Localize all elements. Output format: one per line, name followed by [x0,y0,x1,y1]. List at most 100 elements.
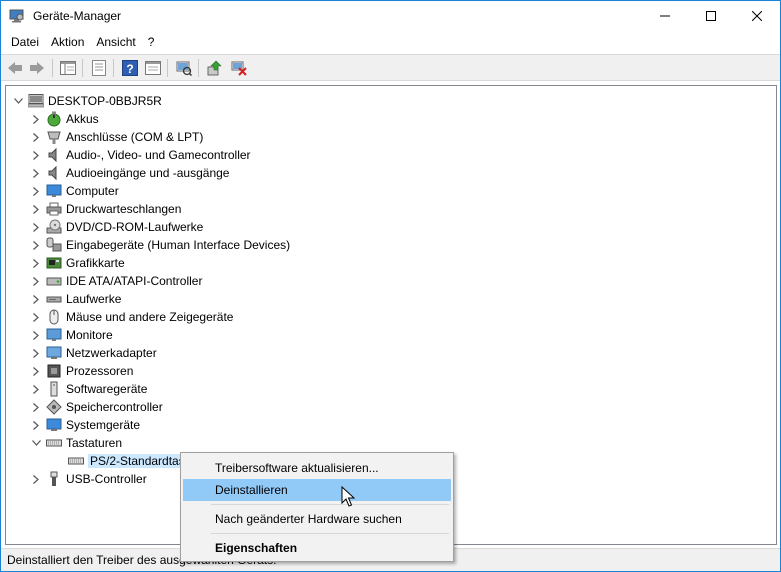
tree-item-akkus[interactable]: Akkus [30,110,99,128]
speaker-icon [46,165,62,181]
expand-arrow-icon[interactable] [30,239,42,251]
properties-icon [92,60,106,76]
toolbar-separator [52,59,53,77]
close-button[interactable] [734,1,780,31]
computer-icon [28,93,44,109]
mouse-icon [46,309,62,325]
menu-ansicht[interactable]: Ansicht [90,32,141,53]
help-button[interactable]: ? [121,59,139,77]
hid-icon [46,237,62,253]
collapse-arrow-icon[interactable] [30,437,42,449]
expand-arrow-icon[interactable] [30,383,42,395]
uninstall-device-button[interactable] [230,59,248,77]
properties-button[interactable] [90,59,108,77]
network-adapter-icon [46,345,62,361]
expand-arrow-icon[interactable] [30,365,42,377]
tree-item-label: Eingabegeräte (Human Interface Devices) [66,238,291,252]
battery-icon [46,111,62,127]
expand-arrow-icon[interactable] [30,131,42,143]
view-properties-button[interactable] [144,59,162,77]
tree-item-grafikkarte[interactable]: Grafikkarte [30,254,125,272]
expand-arrow-icon[interactable] [30,257,42,269]
expand-arrow-icon[interactable] [30,221,42,233]
update-driver-button[interactable] [206,59,224,77]
tree-item-ide[interactable]: IDE ATA/ATAPI-Controller [30,272,202,290]
tree-item-label: DVD/CD-ROM-Laufwerke [66,220,204,234]
tree-item-software[interactable]: Softwaregeräte [30,380,147,398]
tree-item-print-queues[interactable]: Druckwarteschlangen [30,200,181,218]
toolbar-separator [198,59,199,77]
tree-item-mice[interactable]: Mäuse und andere Zeigegeräte [30,308,233,326]
expand-arrow-icon[interactable] [30,419,42,431]
tree-item-dvd[interactable]: DVD/CD-ROM-Laufwerke [30,218,203,236]
expand-arrow-icon[interactable] [30,401,42,413]
tree-item-audio-video[interactable]: Audio-, Video- und Gamecontroller [30,146,251,164]
tree-root-label: DESKTOP-0BBJR5R [48,94,162,108]
menu-aktion[interactable]: Aktion [45,32,90,53]
scan-hardware-button[interactable] [175,59,193,77]
expand-arrow-icon[interactable] [30,473,42,485]
ctx-separator [211,504,449,505]
tree-item-tastaturen[interactable]: Tastaturen [30,434,122,452]
menu-bar: Datei Aktion Ansicht ? [1,32,780,53]
expand-arrow-icon[interactable] [30,347,42,359]
monitor-icon [46,327,62,343]
expand-arrow-icon[interactable] [30,167,42,179]
menu-help[interactable]: ? [142,32,161,53]
toolbar-separator [167,59,168,77]
tree-item-label: Tastaturen [66,436,123,450]
tree-root-node[interactable]: DESKTOP-0BBJR5R [12,92,162,110]
mouse-cursor-icon [341,486,355,507]
console-tree-button[interactable] [59,59,77,77]
back-icon [8,62,22,74]
tree-item-monitore[interactable]: Monitore [30,326,113,344]
tree-item-label: Computer [66,184,119,198]
uninstall-device-icon [231,61,247,76]
title-bar: Geräte-Manager [1,1,780,31]
minimize-button[interactable] [642,1,688,31]
tree-item-label: Softwaregeräte [66,382,148,396]
forward-icon [30,62,44,74]
tree-item-storage[interactable]: Speichercontroller [30,398,163,416]
ctx-uninstall[interactable]: Deinstallieren [183,479,451,501]
tree-item-network[interactable]: Netzwerkadapter [30,344,157,362]
tree-item-label: USB-Controller [66,472,147,486]
ctx-properties[interactable]: Eigenschaften [183,537,451,559]
collapse-arrow-icon[interactable] [12,95,24,107]
tree-item-laufwerke[interactable]: Laufwerke [30,290,121,308]
port-icon [46,129,62,145]
ctx-scan-hardware[interactable]: Nach geänderter Hardware suchen [183,508,451,530]
expand-arrow-icon[interactable] [30,275,42,287]
maximize-button[interactable] [688,1,734,31]
expand-arrow-icon[interactable] [30,149,42,161]
scan-hardware-icon [176,61,192,76]
tree-item-system[interactable]: Systemgeräte [30,416,140,434]
tree-item-hid[interactable]: Eingabegeräte (Human Interface Devices) [30,236,290,254]
menu-datei[interactable]: Datei [1,32,45,53]
expand-arrow-icon[interactable] [30,329,42,341]
forward-button[interactable] [28,59,46,77]
printer-icon [46,201,62,217]
expand-arrow-icon[interactable] [30,293,42,305]
graphics-card-icon [46,255,62,271]
tree-item-audio-io[interactable]: Audioeingänge und -ausgänge [30,164,229,182]
tree-item-anschluesse[interactable]: Anschlüsse (COM & LPT) [30,128,203,146]
system-device-icon [46,417,62,433]
window-title: Geräte-Manager [33,9,122,23]
tree-item-computer[interactable]: Computer [30,182,119,200]
expand-arrow-icon[interactable] [30,113,42,125]
keyboard-icon [68,453,84,469]
tree-item-usb[interactable]: USB-Controller [30,470,147,488]
back-button[interactable] [6,59,24,77]
expand-arrow-icon[interactable] [30,311,42,323]
tree-item-label: Monitore [66,328,113,342]
storage-controller-icon [46,399,62,415]
tree-item-label: Grafikkarte [66,256,125,270]
optical-drive-icon [46,219,62,235]
expand-arrow-icon[interactable] [30,203,42,215]
show-hide-console-tree-icon [60,61,76,75]
tree-item-cpu[interactable]: Prozessoren [30,362,133,380]
ctx-update-driver[interactable]: Treibersoftware aktualisieren... [183,457,451,479]
update-driver-icon [207,60,222,76]
expand-arrow-icon[interactable] [30,185,42,197]
